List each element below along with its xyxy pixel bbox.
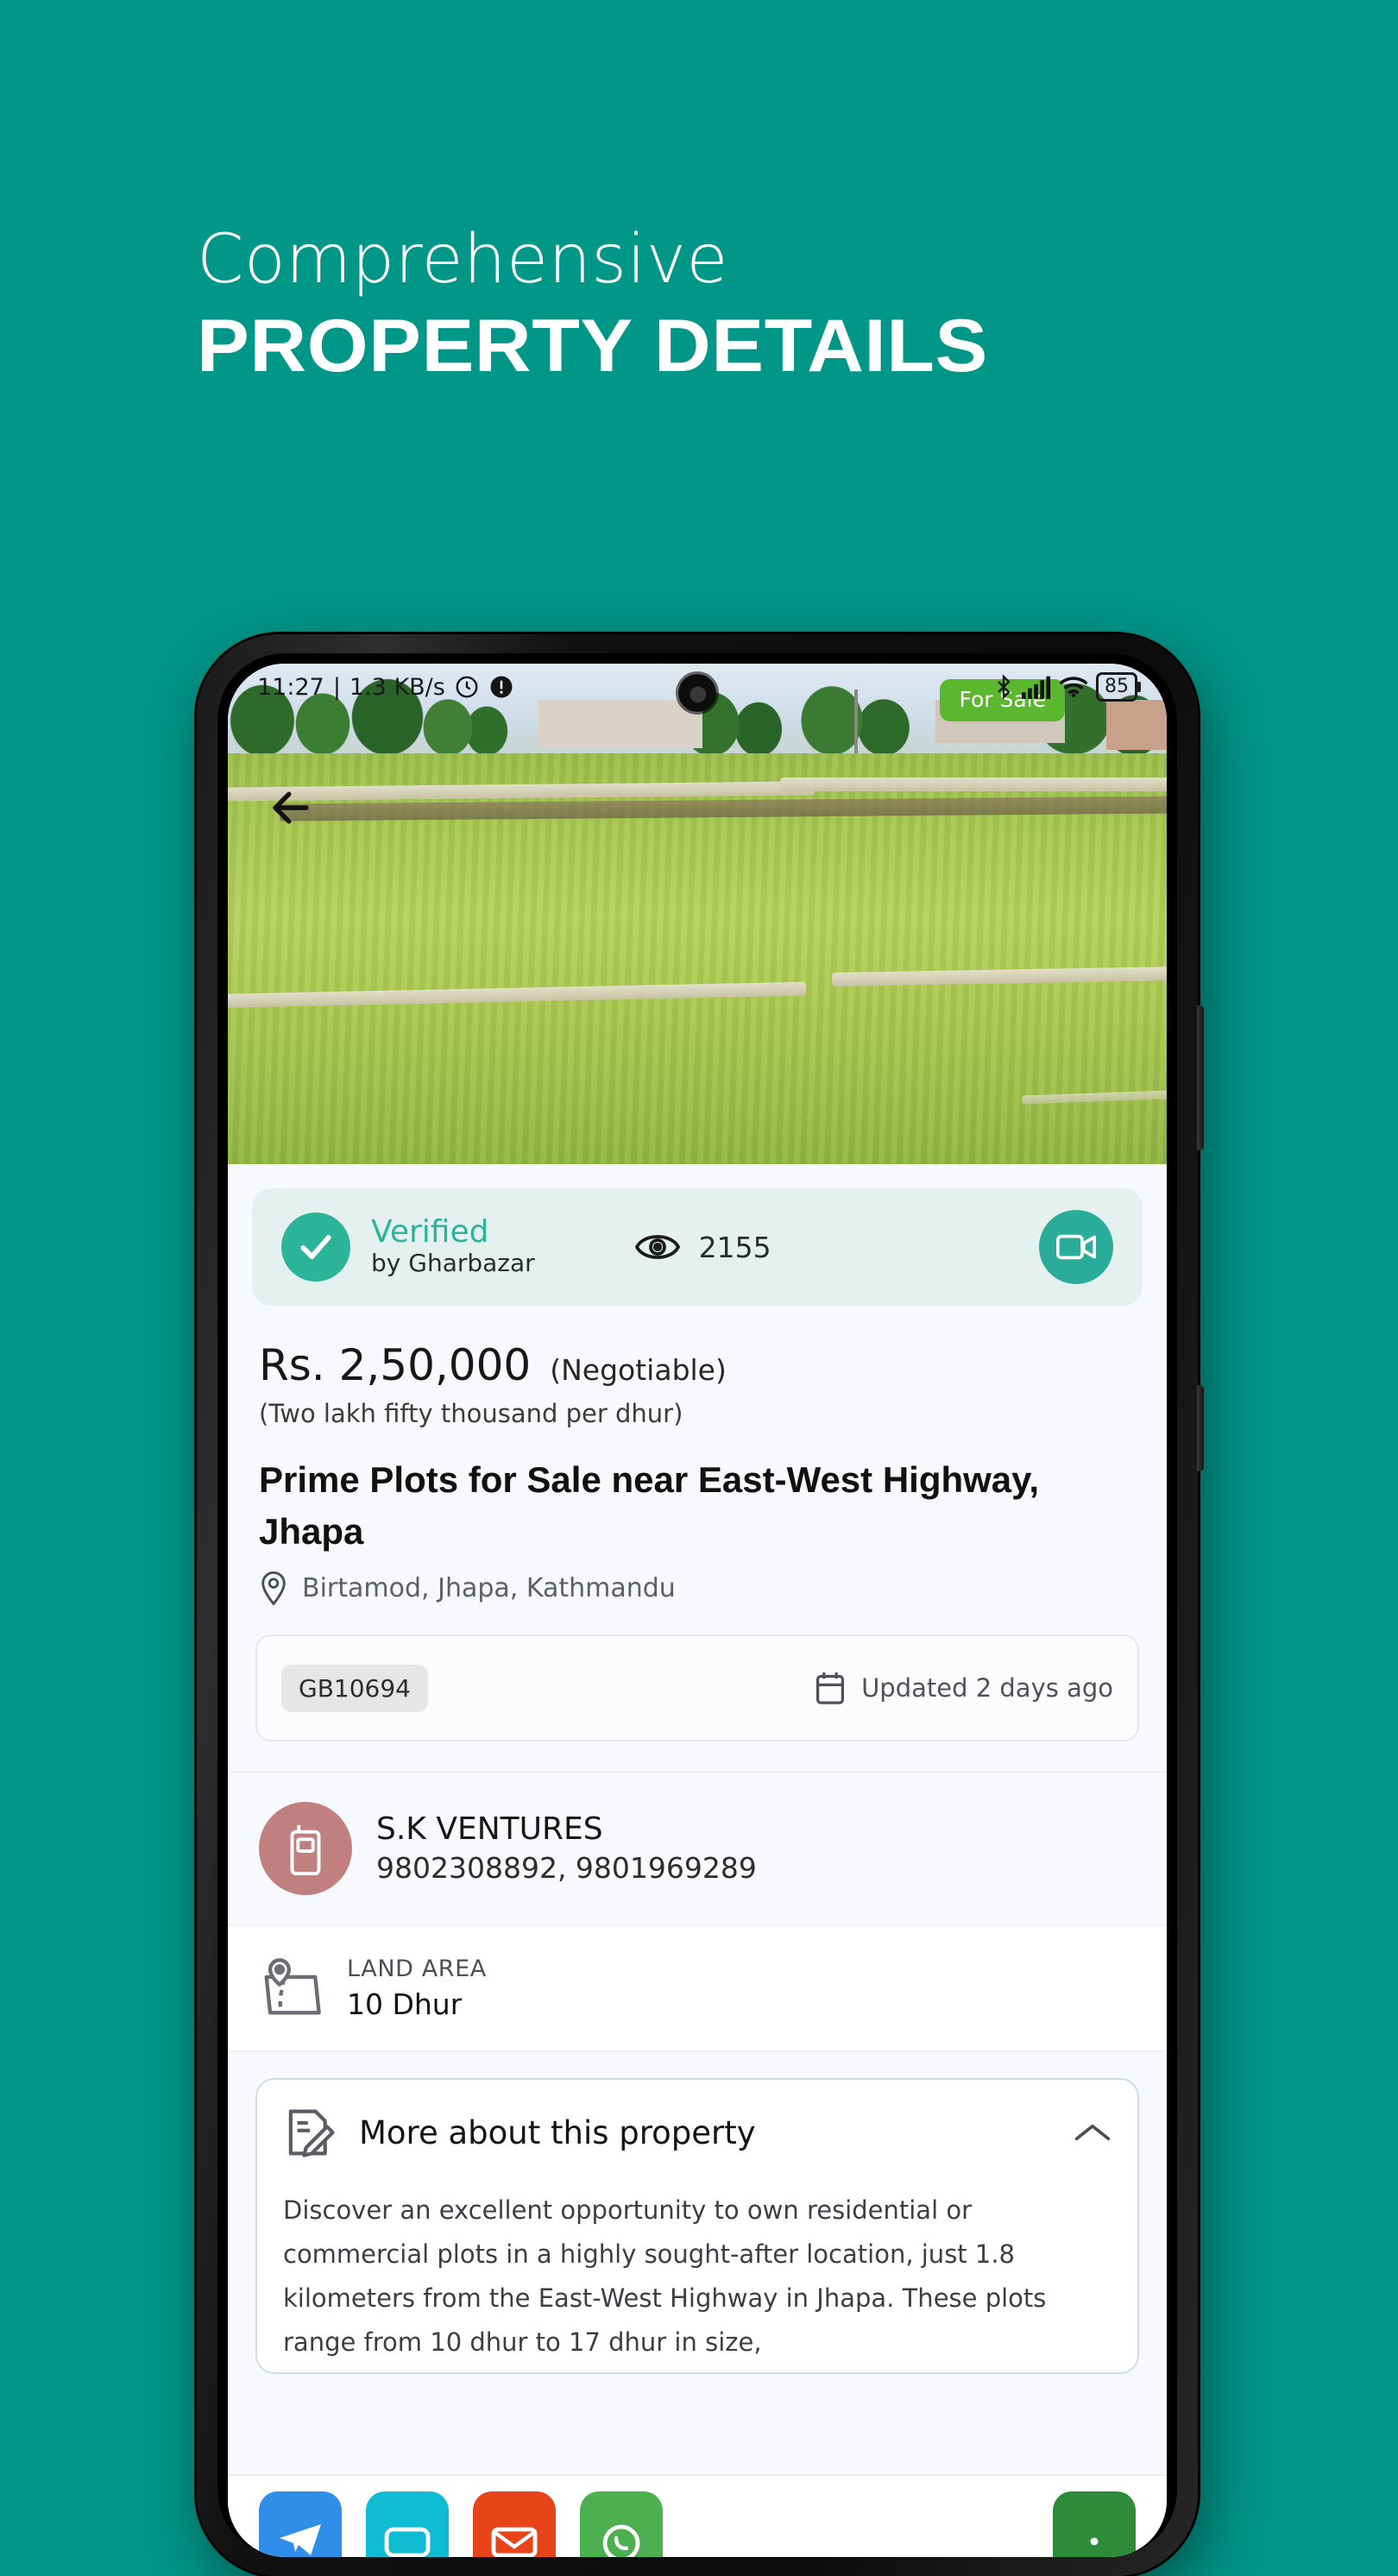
- verified-text: Verified by Gharbazar: [371, 1214, 535, 1278]
- telegram-icon: [280, 2524, 321, 2555]
- more-about-description: Discover an excellent opportunity to own…: [283, 2195, 1047, 2357]
- price-in-words: (Two lakh fifty thousand per dhur): [259, 1399, 683, 1428]
- info-icon: [490, 676, 513, 698]
- promo-headline: Comprehensive PROPERTY DETAILS: [197, 226, 1232, 385]
- listing-location: Birtamod, Jhapa, Kathmandu: [302, 1572, 676, 1603]
- arrow-left-icon: [273, 791, 309, 824]
- verified-subtitle: by Gharbazar: [371, 1249, 535, 1278]
- check-icon: [300, 1235, 331, 1259]
- cellular-signal-icon: [1022, 676, 1051, 699]
- power-button[interactable]: [1197, 1005, 1204, 1150]
- clock-icon: [456, 676, 478, 698]
- verified-title: Verified: [371, 1214, 489, 1250]
- volume-button[interactable]: [1197, 1385, 1204, 1471]
- field-ridge-4: [831, 965, 1167, 987]
- phone-mockup: For Sale 11:27 | 1.3 KB/s 85 Verified by…: [197, 634, 1204, 2576]
- envelope-icon: [491, 2527, 538, 2557]
- verified-card: Verified by Gharbazar 2155: [252, 1188, 1143, 1306]
- phone-bezel: For Sale 11:27 | 1.3 KB/s 85 Verified by…: [217, 653, 1177, 2557]
- calendar-icon: [816, 1672, 845, 1704]
- promo-headline-line1: Comprehensive: [197, 221, 728, 299]
- listing-updated-text: Updated 2 days ago: [861, 1673, 1113, 1704]
- share-telegram-button[interactable]: [259, 2491, 342, 2557]
- more-share-icon: [1090, 2537, 1099, 2546]
- chevron-up-icon[interactable]: [1074, 2120, 1111, 2145]
- mobile-phone-icon: [290, 1825, 321, 1876]
- land-area-row: LAND AREA 10 Dhur: [228, 1926, 1167, 2053]
- share-buttons-row: [228, 2474, 1167, 2557]
- agent-name: S.K VENTURES: [376, 1811, 603, 1847]
- more-about-header[interactable]: More about this property: [283, 2106, 1111, 2159]
- listing-title: Prime Plots for Sale near East-West High…: [259, 1459, 1040, 1552]
- agent-avatar: [259, 1802, 352, 1896]
- back-button[interactable]: [268, 784, 314, 831]
- camera-punch-hole: [678, 674, 716, 712]
- share-gmail-button[interactable]: [473, 2491, 556, 2557]
- field-dirt-1: [279, 796, 1167, 822]
- status-bar-right: 85: [993, 672, 1141, 702]
- price-row: Rs. 2,50,000 (Negotiable): [259, 1340, 1136, 1390]
- status-bar-left: 11:27 | 1.3 KB/s: [257, 674, 514, 701]
- price-negotiable: (Negotiable): [550, 1353, 727, 1387]
- views-count: 2155: [698, 1230, 771, 1264]
- field-ridge-2: [780, 778, 1167, 791]
- listing-id-badge: GB10694: [281, 1664, 428, 1712]
- network-speed: 1.3 KB/s: [349, 673, 445, 701]
- agent-phone-numbers[interactable]: 9802308892, 9801969289: [376, 1849, 757, 1888]
- grass-field: [228, 753, 1167, 1164]
- share-messenger-button[interactable]: [366, 2491, 449, 2557]
- wifi-icon: [1059, 677, 1088, 698]
- property-details-content: Verified by Gharbazar 2155 Rs. 2,50,000 …: [228, 1164, 1167, 2557]
- land-area-info: LAND AREA 10 Dhur: [347, 1956, 487, 2021]
- more-about-card: More about this property Discover an exc…: [255, 2078, 1139, 2375]
- share-more-button[interactable]: [1053, 2491, 1136, 2557]
- land-area-value: 10 Dhur: [347, 1987, 463, 2022]
- property-hero-image[interactable]: For Sale: [228, 664, 1167, 1164]
- phone-screen: For Sale 11:27 | 1.3 KB/s 85 Verified by…: [228, 664, 1167, 2557]
- status-separator: |: [332, 673, 341, 701]
- listing-meta-card: GB10694 Updated 2 days ago: [255, 1634, 1139, 1742]
- message-icon: [384, 2527, 431, 2557]
- status-time: 11:27: [257, 673, 324, 701]
- land-plot-icon: [264, 1958, 321, 2015]
- promo-headline-line2: PROPERTY DETAILS: [197, 305, 988, 387]
- listing-updated: Updated 2 days ago: [815, 1671, 1113, 1705]
- whatsapp-icon: [602, 2524, 640, 2557]
- field-ridge-5: [1021, 1087, 1167, 1105]
- field-ridge-3: [228, 981, 807, 1009]
- listing-location-row: Birtamod, Jhapa, Kathmandu: [259, 1571, 1136, 1606]
- field-ridge-1: [228, 781, 816, 802]
- more-about-title: More about this property: [359, 2113, 756, 2151]
- views-counter: 2155: [634, 1230, 771, 1264]
- document-edit-icon: [288, 2109, 335, 2157]
- map-pin-icon: [261, 1571, 286, 1606]
- bluetooth-icon: [998, 674, 1011, 700]
- agent-info: S.K VENTURES 9802308892, 9801969289: [376, 1810, 757, 1888]
- eye-icon: [634, 1235, 680, 1259]
- share-whatsapp-button[interactable]: [580, 2491, 663, 2557]
- land-area-label: LAND AREA: [347, 1956, 487, 1983]
- video-tour-button[interactable]: [1039, 1210, 1113, 1284]
- video-camera-icon: [1056, 1234, 1096, 1260]
- agent-row[interactable]: S.K VENTURES 9802308892, 9801969289: [228, 1771, 1167, 1927]
- price-amount: Rs. 2,50,000: [259, 1340, 532, 1390]
- battery-icon: 85: [1096, 672, 1141, 702]
- verified-check-badge: [281, 1212, 350, 1282]
